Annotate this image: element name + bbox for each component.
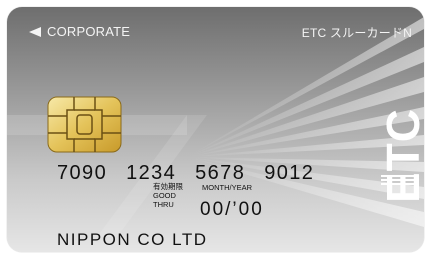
valid-thru-labels: 有効期限 GOOD THRU bbox=[153, 182, 183, 209]
ic-chip-icon bbox=[47, 96, 122, 153]
valid-label-thru: THRU bbox=[153, 200, 174, 209]
card-number-group: 9012 bbox=[264, 162, 315, 184]
expiry-date: 00/’00 bbox=[200, 199, 264, 220]
card-number: 7090 1234 5678 9012 bbox=[57, 162, 326, 185]
card-number-group: 7090 bbox=[57, 162, 108, 184]
corporate-text: CORPORATE bbox=[47, 24, 131, 39]
product-name: ETC スルーカードN bbox=[301, 26, 412, 40]
etc-card: CORPORATE ETC スルーカードN 7090 1234 5678 901… bbox=[7, 7, 424, 252]
card-number-group: 1234 bbox=[126, 162, 177, 184]
card-holder-name: NIPPON CO LTD bbox=[57, 230, 208, 249]
valid-label-jp: 有効期限 bbox=[153, 182, 183, 191]
month-year-label: MONTH/YEAR bbox=[202, 183, 253, 192]
etc-logo: ETC bbox=[377, 108, 423, 203]
valid-label-good: GOOD bbox=[153, 191, 176, 200]
corporate-label: CORPORATE bbox=[29, 24, 130, 39]
arrow-left-icon bbox=[29, 26, 41, 37]
etc-logo-text: ETC bbox=[377, 108, 423, 203]
card-number-group: 5678 bbox=[195, 162, 246, 184]
